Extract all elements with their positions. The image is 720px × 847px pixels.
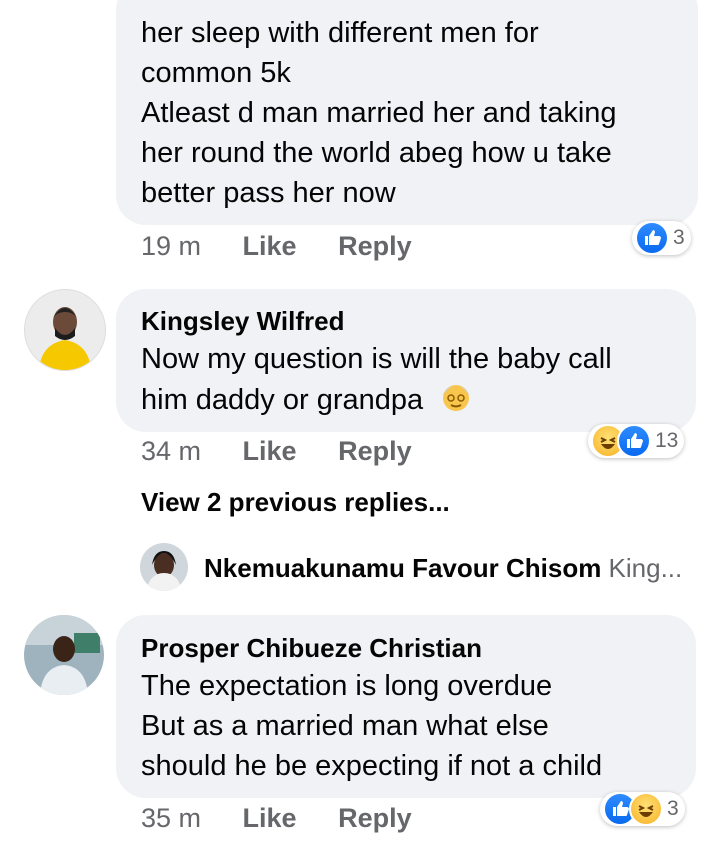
reaction-summary[interactable]: 3 bbox=[632, 221, 691, 255]
comment-line: But as a married man what else bbox=[141, 710, 549, 742]
reply-button[interactable]: Reply bbox=[338, 231, 412, 261]
comment-line: him daddy or grandpa bbox=[141, 379, 612, 424]
reply-button[interactable]: Reply bbox=[338, 436, 412, 466]
reply-button[interactable]: Reply bbox=[338, 803, 412, 833]
older-person-emoji bbox=[439, 379, 473, 424]
timestamp[interactable]: 35 m bbox=[141, 803, 201, 833]
comment-line: her round the world abeg how u take bbox=[141, 137, 612, 169]
timestamp[interactable]: 34 m bbox=[141, 436, 201, 466]
comment-actions: 35 m Like Reply bbox=[141, 803, 412, 834]
reaction-count: 13 bbox=[655, 429, 679, 452]
comment-line: Now my question is will the baby call bbox=[141, 343, 612, 375]
comment-author[interactable]: Kingsley Wilfred bbox=[141, 306, 344, 337]
comment-author[interactable]: Prosper Chibueze Christian bbox=[141, 633, 482, 664]
like-button[interactable]: Like bbox=[243, 231, 297, 261]
comment-line: The expectation is long overdue bbox=[141, 670, 553, 702]
comment-line: better pass her now bbox=[141, 177, 396, 209]
reply-snippet: King... bbox=[608, 553, 683, 583]
thumbs-up-icon bbox=[617, 424, 651, 458]
comment-actions: 19 m Like Reply bbox=[141, 231, 412, 262]
comment-text: Now my question is will the baby call hi… bbox=[141, 339, 612, 424]
reaction-summary[interactable]: 3 bbox=[600, 792, 685, 826]
comment-actions: 34 m Like Reply bbox=[141, 436, 412, 467]
laughing-face-icon bbox=[629, 792, 663, 826]
reaction-count: 3 bbox=[667, 797, 679, 820]
avatar[interactable] bbox=[24, 289, 106, 371]
comment-line: her sleep with different men for bbox=[141, 17, 539, 49]
avatar[interactable] bbox=[140, 543, 188, 591]
avatar[interactable] bbox=[24, 615, 104, 695]
like-button[interactable]: Like bbox=[243, 436, 297, 466]
reaction-summary[interactable]: 13 bbox=[588, 424, 685, 458]
reaction-count: 3 bbox=[673, 226, 685, 249]
reply-preview[interactable]: Nkemuakunamu Favour Chisom King... bbox=[204, 553, 682, 584]
comment-line: Atleast d man married her and taking bbox=[141, 97, 617, 129]
comment-line-text: him daddy or grandpa bbox=[141, 384, 424, 417]
thumbs-up-icon bbox=[635, 221, 669, 255]
comment-text: her sleep with different men for common … bbox=[141, 13, 617, 213]
comment-line: should he be expecting if not a child bbox=[141, 750, 603, 782]
like-button[interactable]: Like bbox=[243, 803, 297, 833]
view-previous-replies-link[interactable]: View 2 previous replies... bbox=[141, 487, 450, 518]
comment-line: common 5k bbox=[141, 57, 291, 89]
reply-author: Nkemuakunamu Favour Chisom bbox=[204, 553, 602, 583]
comment-text: The expectation is long overdue But as a… bbox=[141, 666, 602, 786]
timestamp[interactable]: 19 m bbox=[141, 231, 201, 261]
